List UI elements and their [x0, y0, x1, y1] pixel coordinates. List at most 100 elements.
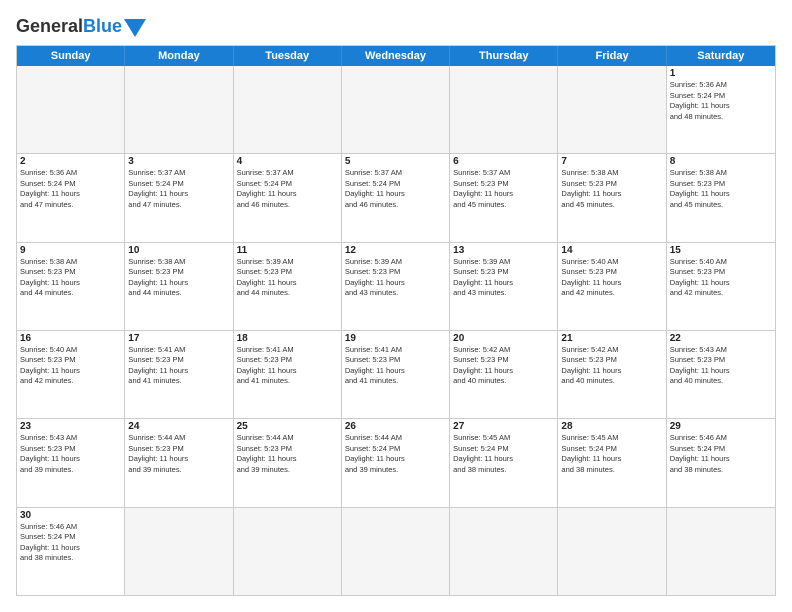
- logo-general-text: General: [16, 16, 83, 37]
- day-cell-3: 3Sunrise: 5:37 AM Sunset: 5:24 PM Daylig…: [125, 154, 233, 241]
- day-cell-27: 27Sunrise: 5:45 AM Sunset: 5:24 PM Dayli…: [450, 419, 558, 506]
- day-number: 23: [20, 421, 121, 432]
- day-cell-8: 8Sunrise: 5:38 AM Sunset: 5:23 PM Daylig…: [667, 154, 775, 241]
- day-number: 17: [128, 333, 229, 344]
- cell-info: Sunrise: 5:46 AM Sunset: 5:24 PM Dayligh…: [20, 522, 121, 564]
- cell-info: Sunrise: 5:41 AM Sunset: 5:23 PM Dayligh…: [128, 345, 229, 387]
- day-number: 20: [453, 333, 554, 344]
- cell-info: Sunrise: 5:37 AM Sunset: 5:24 PM Dayligh…: [237, 168, 338, 210]
- day-cell-6: 6Sunrise: 5:37 AM Sunset: 5:23 PM Daylig…: [450, 154, 558, 241]
- cell-info: Sunrise: 5:44 AM Sunset: 5:23 PM Dayligh…: [128, 433, 229, 475]
- day-number: 4: [237, 156, 338, 167]
- day-cell-2: 2Sunrise: 5:36 AM Sunset: 5:24 PM Daylig…: [17, 154, 125, 241]
- day-number: 22: [670, 333, 772, 344]
- day-number: 13: [453, 245, 554, 256]
- day-header-monday: Monday: [125, 46, 233, 66]
- cell-info: Sunrise: 5:38 AM Sunset: 5:23 PM Dayligh…: [561, 168, 662, 210]
- empty-cell: [667, 508, 775, 595]
- empty-cell: [125, 508, 233, 595]
- day-number: 9: [20, 245, 121, 256]
- day-cell-7: 7Sunrise: 5:38 AM Sunset: 5:23 PM Daylig…: [558, 154, 666, 241]
- empty-cell: [450, 66, 558, 153]
- empty-cell: [342, 66, 450, 153]
- empty-cell: [125, 66, 233, 153]
- day-number: 21: [561, 333, 662, 344]
- day-cell-18: 18Sunrise: 5:41 AM Sunset: 5:23 PM Dayli…: [234, 331, 342, 418]
- cell-info: Sunrise: 5:38 AM Sunset: 5:23 PM Dayligh…: [670, 168, 772, 210]
- calendar-header: SundayMondayTuesdayWednesdayThursdayFrid…: [17, 46, 775, 66]
- calendar-row-0: 1Sunrise: 5:36 AM Sunset: 5:24 PM Daylig…: [17, 66, 775, 153]
- cell-info: Sunrise: 5:43 AM Sunset: 5:23 PM Dayligh…: [670, 345, 772, 387]
- day-cell-13: 13Sunrise: 5:39 AM Sunset: 5:23 PM Dayli…: [450, 243, 558, 330]
- cell-info: Sunrise: 5:40 AM Sunset: 5:23 PM Dayligh…: [20, 345, 121, 387]
- day-cell-16: 16Sunrise: 5:40 AM Sunset: 5:23 PM Dayli…: [17, 331, 125, 418]
- day-header-saturday: Saturday: [667, 46, 775, 66]
- day-cell-21: 21Sunrise: 5:42 AM Sunset: 5:23 PM Dayli…: [558, 331, 666, 418]
- day-number: 11: [237, 245, 338, 256]
- page: General Blue SundayMondayTuesdayWednesda…: [0, 0, 792, 612]
- day-number: 18: [237, 333, 338, 344]
- logo-wrapper: General Blue: [16, 16, 146, 37]
- day-header-sunday: Sunday: [17, 46, 125, 66]
- empty-cell: [17, 66, 125, 153]
- day-number: 27: [453, 421, 554, 432]
- cell-info: Sunrise: 5:42 AM Sunset: 5:23 PM Dayligh…: [453, 345, 554, 387]
- logo-icon: [124, 19, 146, 37]
- day-number: 7: [561, 156, 662, 167]
- cell-info: Sunrise: 5:45 AM Sunset: 5:24 PM Dayligh…: [561, 433, 662, 475]
- day-number: 14: [561, 245, 662, 256]
- day-cell-24: 24Sunrise: 5:44 AM Sunset: 5:23 PM Dayli…: [125, 419, 233, 506]
- calendar-row-3: 16Sunrise: 5:40 AM Sunset: 5:23 PM Dayli…: [17, 330, 775, 418]
- calendar: SundayMondayTuesdayWednesdayThursdayFrid…: [16, 45, 776, 596]
- day-number: 10: [128, 245, 229, 256]
- empty-cell: [342, 508, 450, 595]
- cell-info: Sunrise: 5:38 AM Sunset: 5:23 PM Dayligh…: [20, 257, 121, 299]
- day-number: 24: [128, 421, 229, 432]
- day-header-tuesday: Tuesday: [234, 46, 342, 66]
- day-header-friday: Friday: [558, 46, 666, 66]
- day-number: 12: [345, 245, 446, 256]
- empty-cell: [450, 508, 558, 595]
- day-number: 5: [345, 156, 446, 167]
- cell-info: Sunrise: 5:44 AM Sunset: 5:23 PM Dayligh…: [237, 433, 338, 475]
- cell-info: Sunrise: 5:36 AM Sunset: 5:24 PM Dayligh…: [670, 80, 772, 122]
- cell-info: Sunrise: 5:41 AM Sunset: 5:23 PM Dayligh…: [237, 345, 338, 387]
- day-number: 26: [345, 421, 446, 432]
- cell-info: Sunrise: 5:39 AM Sunset: 5:23 PM Dayligh…: [453, 257, 554, 299]
- day-number: 19: [345, 333, 446, 344]
- calendar-row-5: 30Sunrise: 5:46 AM Sunset: 5:24 PM Dayli…: [17, 507, 775, 595]
- day-cell-10: 10Sunrise: 5:38 AM Sunset: 5:23 PM Dayli…: [125, 243, 233, 330]
- calendar-row-2: 9Sunrise: 5:38 AM Sunset: 5:23 PM Daylig…: [17, 242, 775, 330]
- day-cell-19: 19Sunrise: 5:41 AM Sunset: 5:23 PM Dayli…: [342, 331, 450, 418]
- day-number: 6: [453, 156, 554, 167]
- empty-cell: [234, 508, 342, 595]
- cell-info: Sunrise: 5:40 AM Sunset: 5:23 PM Dayligh…: [670, 257, 772, 299]
- cell-info: Sunrise: 5:36 AM Sunset: 5:24 PM Dayligh…: [20, 168, 121, 210]
- logo-area: General Blue: [16, 16, 146, 37]
- calendar-row-4: 23Sunrise: 5:43 AM Sunset: 5:23 PM Dayli…: [17, 418, 775, 506]
- day-cell-9: 9Sunrise: 5:38 AM Sunset: 5:23 PM Daylig…: [17, 243, 125, 330]
- day-cell-1: 1Sunrise: 5:36 AM Sunset: 5:24 PM Daylig…: [667, 66, 775, 153]
- day-cell-22: 22Sunrise: 5:43 AM Sunset: 5:23 PM Dayli…: [667, 331, 775, 418]
- empty-cell: [234, 66, 342, 153]
- day-number: 16: [20, 333, 121, 344]
- cell-info: Sunrise: 5:42 AM Sunset: 5:23 PM Dayligh…: [561, 345, 662, 387]
- cell-info: Sunrise: 5:44 AM Sunset: 5:24 PM Dayligh…: [345, 433, 446, 475]
- cell-info: Sunrise: 5:43 AM Sunset: 5:23 PM Dayligh…: [20, 433, 121, 475]
- cell-info: Sunrise: 5:46 AM Sunset: 5:24 PM Dayligh…: [670, 433, 772, 475]
- cell-info: Sunrise: 5:37 AM Sunset: 5:24 PM Dayligh…: [128, 168, 229, 210]
- day-cell-17: 17Sunrise: 5:41 AM Sunset: 5:23 PM Dayli…: [125, 331, 233, 418]
- day-cell-15: 15Sunrise: 5:40 AM Sunset: 5:23 PM Dayli…: [667, 243, 775, 330]
- day-cell-26: 26Sunrise: 5:44 AM Sunset: 5:24 PM Dayli…: [342, 419, 450, 506]
- cell-info: Sunrise: 5:41 AM Sunset: 5:23 PM Dayligh…: [345, 345, 446, 387]
- calendar-row-1: 2Sunrise: 5:36 AM Sunset: 5:24 PM Daylig…: [17, 153, 775, 241]
- day-number: 8: [670, 156, 772, 167]
- day-cell-11: 11Sunrise: 5:39 AM Sunset: 5:23 PM Dayli…: [234, 243, 342, 330]
- day-cell-4: 4Sunrise: 5:37 AM Sunset: 5:24 PM Daylig…: [234, 154, 342, 241]
- cell-info: Sunrise: 5:39 AM Sunset: 5:23 PM Dayligh…: [237, 257, 338, 299]
- header: General Blue: [16, 16, 776, 37]
- day-cell-5: 5Sunrise: 5:37 AM Sunset: 5:24 PM Daylig…: [342, 154, 450, 241]
- day-cell-30: 30Sunrise: 5:46 AM Sunset: 5:24 PM Dayli…: [17, 508, 125, 595]
- day-cell-12: 12Sunrise: 5:39 AM Sunset: 5:23 PM Dayli…: [342, 243, 450, 330]
- day-number: 28: [561, 421, 662, 432]
